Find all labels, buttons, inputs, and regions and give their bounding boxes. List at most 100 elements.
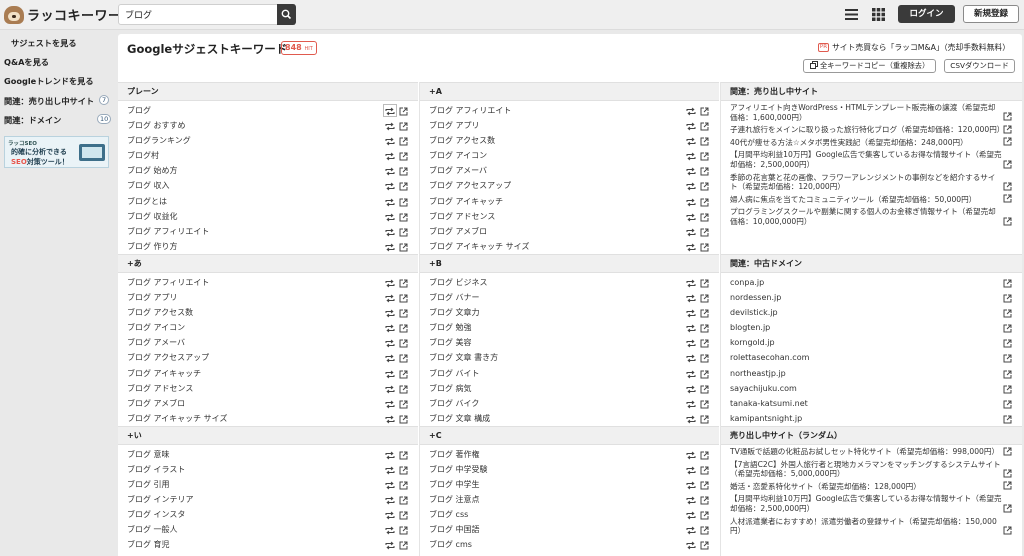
external-link-icon[interactable] — [700, 121, 709, 131]
retweet-icon[interactable] — [686, 197, 696, 206]
search-input[interactable] — [119, 5, 294, 24]
keyword-row[interactable]: ブログ アクセスアップ — [420, 178, 719, 193]
external-link-icon[interactable] — [700, 450, 709, 460]
external-link-icon[interactable] — [1003, 323, 1012, 333]
keyword-row[interactable]: ブログ アフィリエイト — [118, 275, 418, 290]
external-link-icon[interactable] — [399, 278, 408, 288]
keyword-row[interactable]: ブログ 美容 — [420, 335, 719, 350]
menu-icon[interactable] — [845, 8, 858, 21]
external-link-icon[interactable] — [1003, 369, 1012, 379]
external-link-icon[interactable] — [700, 353, 709, 363]
keyword-row[interactable]: ブログ アメブロ — [420, 224, 719, 239]
grid-icon[interactable] — [872, 8, 885, 21]
keyword-text[interactable]: ブログ 著作権 — [429, 450, 480, 459]
sale-site-row[interactable]: 【月間平均利益10万円】Google広告で集客しているお得な情報サイト（希望売却… — [721, 148, 1022, 170]
keyword-text[interactable]: ブログ アクセス数 — [429, 136, 495, 145]
keyword-text[interactable]: ブログ アクセス数 — [127, 308, 193, 317]
external-link-icon[interactable] — [700, 278, 709, 288]
external-link-icon[interactable] — [1003, 160, 1012, 169]
keyword-text[interactable]: ブログ 意味 — [127, 450, 170, 459]
external-link-icon[interactable] — [1003, 125, 1012, 134]
external-link-icon[interactable] — [1003, 526, 1012, 535]
sale-site-text[interactable]: アフィリエイト向きWordPress・HTMLテンプレート販売権の譲渡（希望売却… — [730, 103, 995, 122]
keyword-row[interactable]: ブログ 文章力 — [420, 305, 719, 320]
keyword-row[interactable]: ブログ css — [420, 507, 719, 522]
domain-row[interactable]: northeastjp.jp — [721, 366, 1022, 381]
keyword-text[interactable]: ブログ アプリ — [127, 293, 178, 302]
retweet-icon[interactable] — [385, 540, 395, 550]
domain-row[interactable]: sayachijuku.com — [721, 381, 1022, 396]
external-link-icon[interactable] — [1003, 414, 1012, 424]
sale-site-text[interactable]: 人材派遣業者におすすめ！派遣労働者の登録サイト（希望売却価格：150,000円） — [730, 517, 997, 536]
retweet-icon[interactable] — [686, 414, 696, 424]
retweet-icon[interactable] — [686, 510, 696, 520]
keyword-text[interactable]: ブログ アイキャッチ — [429, 197, 503, 206]
retweet-icon[interactable] — [385, 278, 395, 288]
keyword-text[interactable]: ブログ アイキャッチ — [127, 369, 201, 378]
sale-site-text[interactable]: 婦人病に焦点を当てたコミュニティツール（希望売却価格：50,000円） — [730, 195, 976, 204]
retweet-icon[interactable] — [385, 353, 395, 363]
retweet-icon[interactable] — [385, 525, 395, 535]
retweet-icon[interactable] — [686, 151, 696, 161]
retweet-icon[interactable] — [385, 323, 395, 333]
retweet-icon[interactable] — [385, 495, 395, 505]
keyword-text[interactable]: ブログ アイコン — [429, 151, 487, 160]
retweet-icon[interactable] — [686, 242, 696, 252]
keyword-row[interactable]: ブログ 一般人 — [118, 522, 418, 537]
external-link-icon[interactable] — [399, 323, 408, 333]
sidebar-item-sale-sites[interactable]: 関連：売り出し中サイト — [4, 95, 94, 107]
keyword-text[interactable]: ブログ 一般人 — [127, 525, 178, 534]
sale-site-row[interactable]: TV通販で話題の化粧品お試しセット特化サイト（希望売却価格：998,000円） — [721, 445, 1022, 458]
external-link-icon[interactable] — [700, 510, 709, 520]
domain-row[interactable]: nordessen.jp — [721, 290, 1022, 305]
external-link-icon[interactable] — [399, 399, 408, 409]
keyword-row[interactable]: ブログ アイキャッチ サイズ — [420, 239, 719, 254]
keyword-row[interactable]: ブログとは — [118, 194, 418, 209]
external-link-icon[interactable] — [399, 525, 408, 535]
keyword-text[interactable]: ブログ 作り方 — [127, 242, 178, 251]
external-link-icon[interactable] — [399, 242, 408, 252]
keyword-row[interactable]: ブログ おすすめ — [118, 118, 418, 133]
external-link-icon[interactable] — [700, 151, 709, 161]
sale-site-row[interactable]: 季節の花言葉と花の画像、フラワーアレンジメントの事例などを紹介するサイト（希望売… — [721, 171, 1022, 193]
keyword-row[interactable]: ブログ アクセス数 — [420, 133, 719, 148]
external-link-icon[interactable] — [700, 369, 709, 378]
retweet-icon[interactable] — [686, 384, 696, 393]
retweet-icon[interactable] — [385, 308, 395, 318]
pr-link[interactable]: PR サイト売買なら「ラッコM&A」（売却手数料無料） — [817, 42, 1010, 53]
register-button[interactable]: 新規登録 — [963, 5, 1019, 23]
external-link-icon[interactable] — [700, 338, 709, 348]
keyword-row[interactable]: ブログ アイキャッチ — [420, 194, 719, 209]
retweet-icon[interactable] — [385, 510, 395, 520]
keyword-text[interactable]: ブログ css — [429, 510, 468, 519]
external-link-icon[interactable] — [1003, 504, 1012, 513]
rakko-seo-banner[interactable]: ラッコSEO 的確に分析できる SEO対策ツール！ — [4, 136, 109, 168]
sale-site-row[interactable]: 婦人病に焦点を当てたコミュニティツール（希望売却価格：50,000円） — [721, 193, 1022, 206]
external-link-icon[interactable] — [1003, 137, 1012, 146]
external-link-icon[interactable] — [399, 369, 408, 378]
keyword-text[interactable]: ブログ アイキャッチ サイズ — [429, 242, 529, 251]
domain-text[interactable]: rolettasecohan.com — [730, 353, 809, 362]
keyword-text[interactable]: ブログ アメブロ — [127, 399, 185, 408]
keyword-text[interactable]: ブログ 中学受験 — [429, 465, 488, 474]
external-link-icon[interactable] — [399, 450, 408, 460]
keyword-text[interactable]: ブログ アフィリエイト — [429, 106, 511, 115]
sale-site-text[interactable]: 季節の花言葉と花の画像、フラワーアレンジメントの事例などを紹介するサイト（希望売… — [730, 173, 995, 192]
keyword-row[interactable]: ブログ ビジネス — [420, 275, 719, 290]
keyword-text[interactable]: ブログ アメーバ — [429, 166, 487, 175]
external-link-icon[interactable] — [1003, 293, 1012, 303]
keyword-text[interactable]: ブログ村 — [127, 151, 159, 160]
keyword-text[interactable]: ブログ アメーバ — [127, 338, 185, 347]
login-button[interactable]: ログイン — [898, 5, 955, 23]
keyword-row[interactable]: ブログ cms — [420, 537, 719, 552]
keyword-text[interactable]: ブログ バイク — [429, 399, 479, 408]
retweet-icon[interactable] — [385, 136, 395, 146]
external-link-icon[interactable] — [700, 181, 709, 191]
retweet-icon[interactable] — [385, 414, 395, 424]
copy-all-keywords-button[interactable]: 全キーワードコピー（重複除去） — [803, 59, 936, 73]
keyword-text[interactable]: ブログ アフィリエイト — [127, 278, 209, 287]
external-link-icon[interactable] — [1003, 384, 1012, 394]
retweet-icon[interactable] — [385, 384, 395, 393]
external-link-icon[interactable] — [399, 212, 408, 222]
domain-text[interactable]: korngold.jp — [730, 338, 775, 347]
